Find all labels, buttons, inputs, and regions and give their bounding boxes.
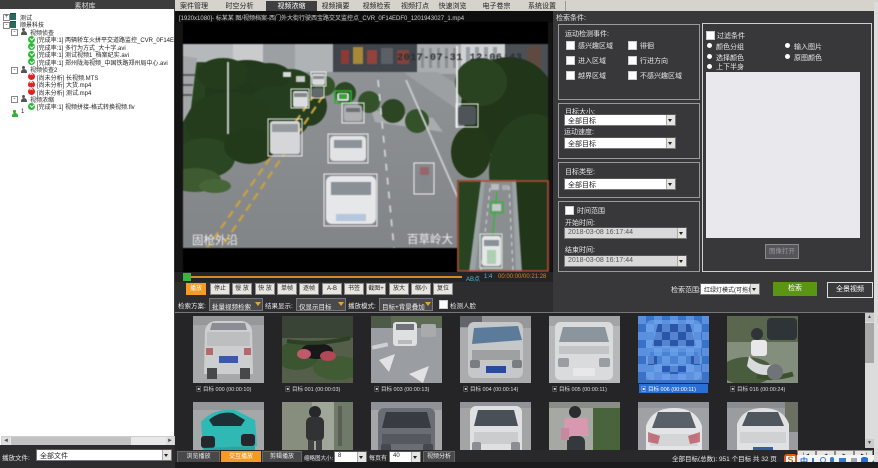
svg-text:百草岭大: 百草岭大: [407, 232, 453, 246]
svg-text:固枪外沿: 固枪外沿: [192, 233, 238, 247]
svg-text:2017-07-31 12:06:43: 2017-07-31 12:06:43: [397, 53, 522, 64]
